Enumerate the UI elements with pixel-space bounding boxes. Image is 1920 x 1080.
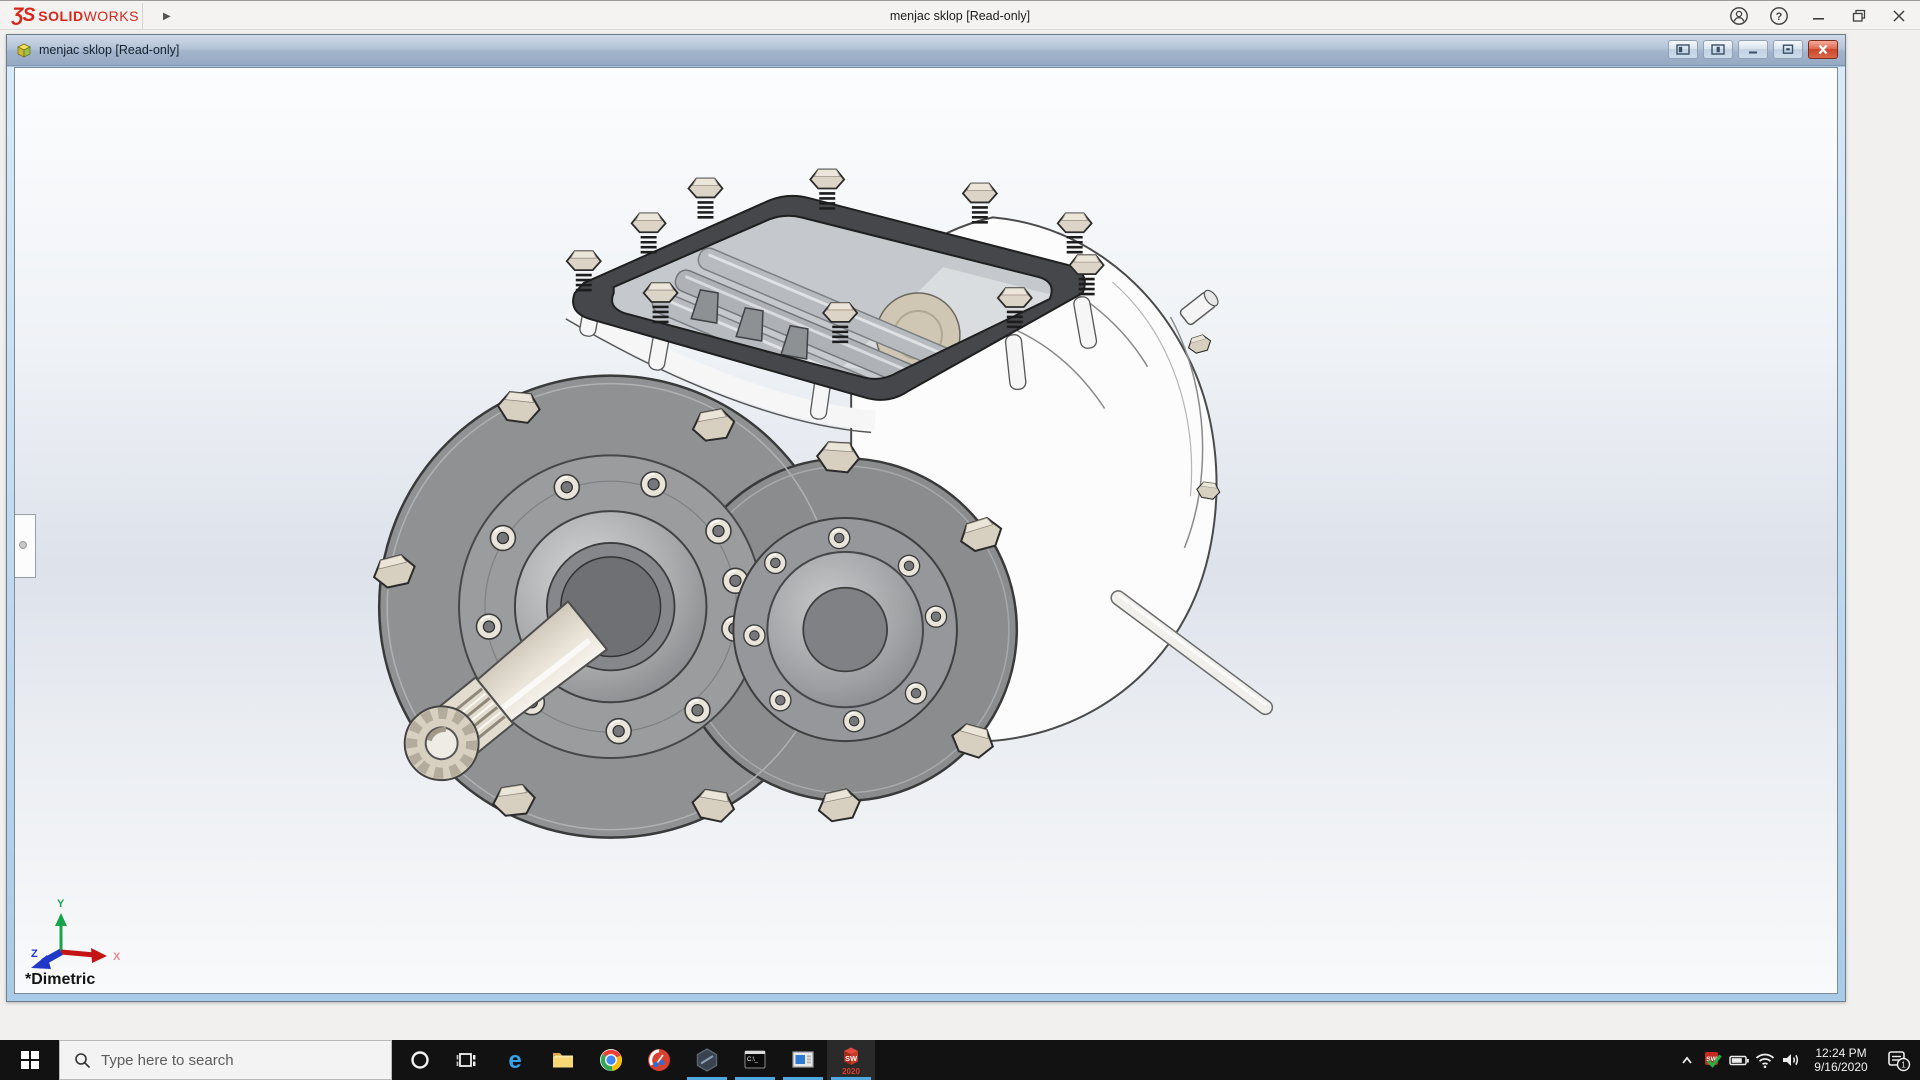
tray-solidworks-monitor-icon[interactable]: SW	[1700, 1040, 1726, 1080]
taskbar-app-file-explorer[interactable]	[539, 1040, 587, 1080]
help-icon[interactable]: ?	[1766, 3, 1792, 29]
taskbar-search-input[interactable]: Type here to search	[59, 1040, 392, 1080]
pane-right-button[interactable]	[1703, 40, 1733, 59]
task-view-icon	[456, 1053, 476, 1067]
restore-button[interactable]	[1846, 3, 1872, 29]
file-explorer-icon	[553, 1053, 573, 1068]
solidworks-logo-text: SOLIDWORKS	[38, 8, 139, 24]
breather-stub	[1179, 289, 1219, 326]
logo-text-bold: SOLID	[38, 8, 84, 24]
command-prompt-icon: C:\_	[744, 1050, 766, 1069]
document-client-frame: Y X Z *Dimetric	[7, 67, 1845, 1001]
side-plug	[1185, 332, 1214, 356]
countershaft-cover	[732, 517, 958, 743]
tray-volume-icon[interactable]	[1778, 1040, 1804, 1080]
taskbar-app-hexagon[interactable]	[683, 1040, 731, 1080]
user-account-icon[interactable]	[1726, 3, 1752, 29]
search-icon	[75, 1052, 91, 1068]
doc-close-button[interactable]	[1808, 40, 1838, 59]
notification-badge: 1	[1901, 1061, 1906, 1070]
document-titlebar[interactable]: menjac sklop [Read-only]	[7, 35, 1845, 66]
app-titlebar: ƷS SOLIDWORKS ▶ menjac sklop [Read-only]…	[0, 0, 1920, 30]
screen-capture-icon	[648, 1049, 670, 1071]
svg-text:e: e	[508, 1047, 521, 1073]
tray-wifi-icon[interactable]	[1752, 1040, 1778, 1080]
start-button[interactable]	[0, 1040, 59, 1080]
action-center-button[interactable]: 1	[1878, 1040, 1918, 1080]
sw-icon-year: 2020	[842, 1067, 860, 1076]
doc-maximize-button[interactable]	[1773, 40, 1803, 59]
taskbar-app-command-prompt[interactable]: C:\_	[731, 1040, 779, 1080]
solidworks-2020-icon: SW 2020	[842, 1047, 860, 1076]
assembly-document-icon	[17, 43, 31, 58]
clock-date: 9/16/2020	[1814, 1060, 1868, 1074]
tray-clock[interactable]: 12:24 PM 9/16/2020	[1804, 1040, 1878, 1080]
tray-battery-icon[interactable]	[1726, 1040, 1752, 1080]
orientation-triad: Y X Z	[31, 898, 121, 969]
gearbox-3d-model[interactable]	[15, 68, 1837, 993]
cortana-button[interactable]	[398, 1040, 442, 1080]
triad-x-label: X	[113, 951, 121, 963]
edge-icon: e	[508, 1047, 521, 1073]
app-title: menjac sklop [Read-only]	[889, 9, 1031, 23]
cortana-icon	[411, 1051, 429, 1069]
windows-taskbar: Type here to search e C:\_ SW 2020 SW 12…	[0, 1040, 1920, 1080]
task-view-button[interactable]	[444, 1040, 488, 1080]
taskbar-app-microsoft-edge[interactable]: e	[491, 1040, 539, 1080]
hexagon-app-icon	[696, 1048, 718, 1072]
triad-y-label: Y	[57, 898, 65, 910]
titlebar-separator	[142, 3, 143, 29]
taskbar-app-google-chrome[interactable]	[587, 1040, 635, 1080]
clock-time: 12:24 PM	[1815, 1046, 1867, 1060]
media-app-icon	[792, 1051, 814, 1068]
taskbar-app-solidworks-2020[interactable]: SW 2020	[827, 1040, 875, 1080]
featuremanager-collapsed-tab[interactable]	[15, 514, 36, 578]
menu-expand-arrow-icon[interactable]: ▶	[163, 11, 171, 22]
svg-text:?: ?	[1776, 11, 1783, 23]
action-center-icon: 1	[1888, 1051, 1911, 1072]
document-window: menjac sklop [Read-only] Y X Z *Dimetric	[6, 34, 1846, 1002]
sw-icon-letters: SW	[845, 1054, 858, 1063]
tray-chevron-up-icon[interactable]	[1674, 1040, 1700, 1080]
cmd-icon-text: C:\_	[747, 1057, 759, 1063]
search-placeholder: Type here to search	[101, 1051, 234, 1069]
chrome-icon	[600, 1049, 622, 1071]
view-orientation-label: *Dimetric	[25, 971, 96, 988]
taskbar-app-media[interactable]	[779, 1040, 827, 1080]
solidworks-logo-mark: ƷS	[12, 5, 35, 26]
logo-text-light: WORKS	[83, 8, 139, 24]
document-title: menjac sklop [Read-only]	[39, 43, 180, 57]
graphics-viewport[interactable]: Y X Z *Dimetric	[14, 67, 1838, 994]
windows-logo-icon	[20, 1051, 39, 1069]
minimize-button[interactable]	[1806, 3, 1832, 29]
triad-z-label: Z	[31, 948, 38, 960]
collapse-tab-dot	[19, 541, 27, 549]
solidworks-logo: ƷS SOLIDWORKS ▶	[12, 1, 171, 31]
pane-left-button[interactable]	[1668, 40, 1698, 59]
close-button[interactable]	[1886, 3, 1912, 29]
taskbar-app-screen-capture[interactable]	[635, 1040, 683, 1080]
doc-minimize-button[interactable]	[1738, 40, 1768, 59]
